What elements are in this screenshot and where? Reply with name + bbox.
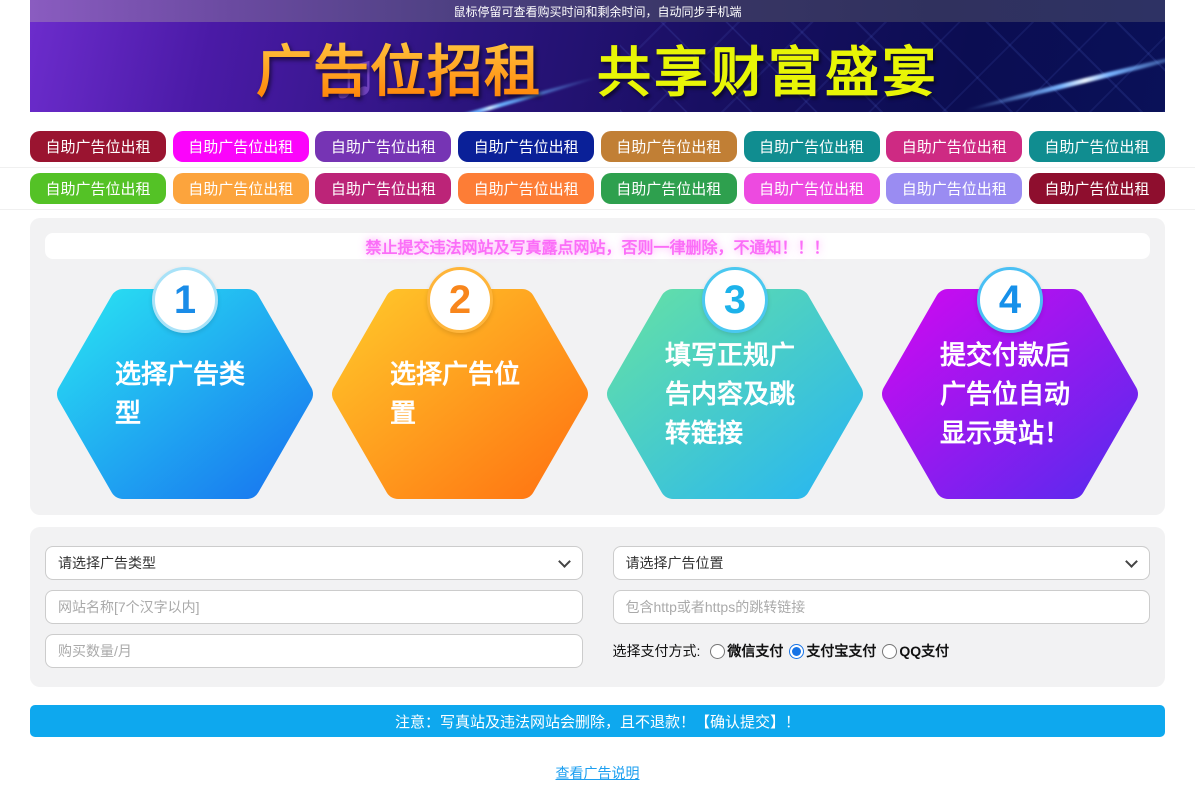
ad-type-select-wrap: 请选择广告类型 xyxy=(45,546,583,580)
topbar-text: 鼠标停留可查看购买时间和剩余时间，自动同步手机端 xyxy=(453,4,742,19)
banner: ♫ 广告位招租 共享财富盛宴 xyxy=(30,22,1165,112)
ad-slot-button[interactable]: 自助广告位出租 xyxy=(458,131,595,162)
submit-text: 注意：写真站及违法网站会删除，且不退款！【确认提交】！ xyxy=(394,713,800,731)
ad-slot-button[interactable]: 自助广告位出租 xyxy=(600,173,737,204)
payment-method-label: 选择支付方式: xyxy=(612,643,701,659)
ad-slot-button[interactable]: 自助广告位出租 xyxy=(1028,131,1165,162)
ad-slot-button[interactable]: 自助广告位出租 xyxy=(172,173,309,204)
qq-pay-radio[interactable] xyxy=(882,643,898,659)
ad-info-link[interactable]: 查看广告说明 xyxy=(556,765,640,781)
wechat-pay-radio[interactable] xyxy=(710,643,726,659)
payment-option-wechat[interactable]: 微信支付 xyxy=(710,641,783,661)
notice-text: 禁止提交违法网站及写真露点网站，否则一律删除，不通知！！！ xyxy=(365,240,830,257)
ad-slot-button[interactable]: 自助广告位出租 xyxy=(30,173,166,204)
step-4: 4 提交付款后广告位自动显示贵站！ xyxy=(882,267,1138,505)
ad-slot-button[interactable]: 自助广告位出租 xyxy=(886,131,1023,162)
footer: 查看广告说明 xyxy=(0,763,1195,783)
ad-button-row-2: 自助广告位出租 自助广告位出租 自助广告位出租 自助广告位出租 自助广告位出租 自助广告位… xyxy=(0,168,1195,210)
ad-slot-button[interactable]: 自助广告位出租 xyxy=(1028,173,1165,204)
alipay-label: 支付宝支付 xyxy=(806,643,877,659)
ad-slot-button[interactable]: 自助广告位出租 xyxy=(600,131,737,162)
ad-type-select[interactable]: 请选择广告类型 xyxy=(45,546,583,580)
step-1-label: 选择广告类型 xyxy=(115,359,246,428)
banner-subtitle: 共享财富盛宴 xyxy=(597,42,939,103)
alipay-radio[interactable] xyxy=(789,643,805,659)
banner-content: ♫ 广告位招租 共享财富盛宴 xyxy=(30,22,1165,112)
qq-pay-label: QQ支付 xyxy=(899,643,950,659)
banner-title: 广告位招租 xyxy=(256,27,541,108)
payment-method-row: 选择支付方式: 微信支付 支付宝支付 QQ支付 xyxy=(613,634,1151,668)
jump-link-input[interactable] xyxy=(612,590,1150,624)
ad-slot-button[interactable]: 自助广告位出租 xyxy=(30,131,166,162)
steps-panel: 禁止提交违法网站及写真露点网站，否则一律删除，不通知！！！ 1 选择广告类型 2… xyxy=(30,218,1165,515)
steps: 1 选择广告类型 2 选择广告位置 3 填写正规广告内容及跳转链接 4 提交付款… xyxy=(45,267,1150,505)
wechat-pay-label: 微信支付 xyxy=(727,643,784,659)
step-3: 3 填写正规广告内容及跳转链接 xyxy=(607,267,863,505)
ad-slot-button[interactable]: 自助广告位出租 xyxy=(743,173,880,204)
step-3-label: 填写正规广告内容及跳转链接 xyxy=(665,339,796,448)
quantity-input[interactable] xyxy=(45,634,583,668)
ad-rental-page: 鼠标停留可查看购买时间和剩余时间，自动同步手机端 ♫ 广告位招租 共享财富盛宴 … xyxy=(0,0,1195,783)
ad-slot-button[interactable]: 自助广告位出租 xyxy=(886,173,1023,204)
ad-position-select-wrap: 请选择广告位置 xyxy=(612,546,1150,580)
step-2-label: 选择广告位置 xyxy=(390,359,521,428)
step-1: 1 选择广告类型 xyxy=(57,267,313,505)
step-4-label: 提交付款后广告位自动显示贵站！ xyxy=(940,339,1071,448)
ad-position-select[interactable]: 请选择广告位置 xyxy=(612,546,1150,580)
payment-option-alipay[interactable]: 支付宝支付 xyxy=(789,641,876,661)
submit-button[interactable]: 注意：写真站及违法网站会删除，且不退款！【确认提交】！ xyxy=(30,705,1165,737)
header: 鼠标停留可查看购买时间和剩余时间，自动同步手机端 ♫ 广告位招租 共享财富盛宴 xyxy=(30,0,1165,112)
ad-button-row-1: 自助广告位出租 自助广告位出租 自助广告位出租 自助广告位出租 自助广告位出租 自助广告位… xyxy=(0,126,1195,168)
notice-bar: 禁止提交违法网站及写真露点网站，否则一律删除，不通知！！！ xyxy=(45,233,1150,259)
payment-option-qq[interactable]: QQ支付 xyxy=(882,641,949,661)
ad-slot-button[interactable]: 自助广告位出租 xyxy=(315,173,452,204)
ad-slot-button[interactable]: 自助广告位出租 xyxy=(458,173,595,204)
topbar: 鼠标停留可查看购买时间和剩余时间，自动同步手机端 xyxy=(30,0,1165,22)
ad-form: 请选择广告类型 请选择广告位置 选择支付方式: 微信支付 支付宝支付 xyxy=(30,527,1165,687)
site-name-input[interactable] xyxy=(45,590,583,624)
ad-slot-button[interactable]: 自助广告位出租 xyxy=(172,131,309,162)
step-2: 2 选择广告位置 xyxy=(332,267,588,505)
ad-slot-button[interactable]: 自助广告位出租 xyxy=(315,131,452,162)
ad-slot-button[interactable]: 自助广告位出租 xyxy=(743,131,880,162)
